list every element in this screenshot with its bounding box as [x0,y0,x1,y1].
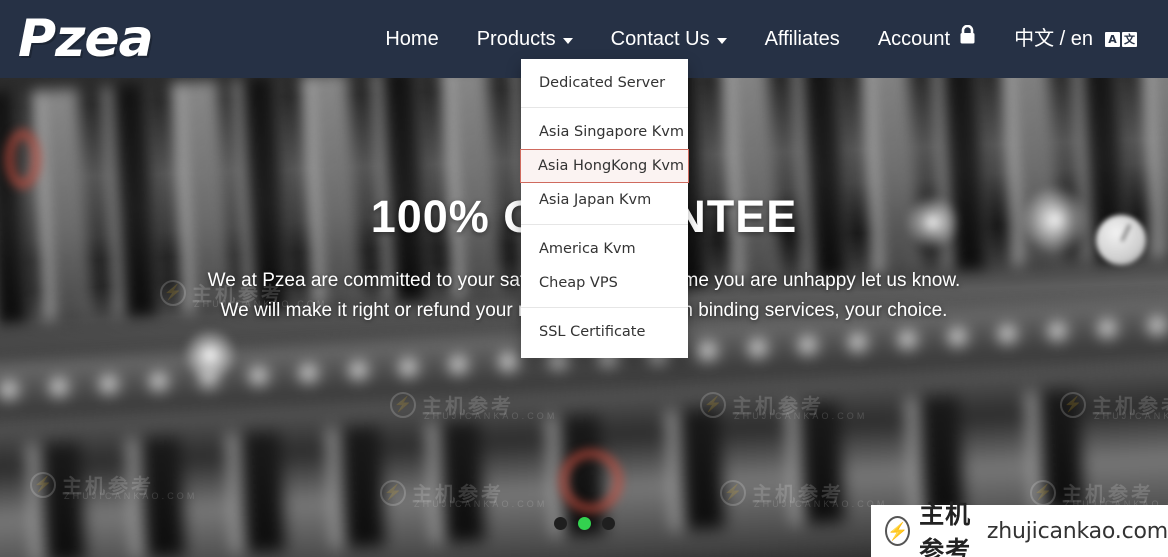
nav-menu: Home Products Contact Us Affiliates Acco… [366,0,1156,78]
carousel-dot-1[interactable] [553,517,567,530]
light-glare [180,330,240,380]
nav-item-label: Account [877,28,951,50]
translate-icon-cjk: 文 [1122,31,1137,47]
dropdown-item-ssl-certificate[interactable]: SSL Certificate [521,315,688,349]
watermark-banner-domain: zhujicankao.com [986,518,1168,544]
dropdown-item-asia-singapore-kvm[interactable]: Asia Singapore Kvm [521,115,688,149]
chevron-down-icon [716,38,727,44]
dropdown-item-asia-japan-kvm[interactable]: Asia Japan Kvm [521,183,688,217]
dropdown-item-cheap-vps[interactable]: Cheap VPS [521,266,688,300]
nav-item-affiliates[interactable]: Affiliates [746,0,859,78]
lock-icon [959,0,976,78]
dropdown-item-asia-hongkong-kvm[interactable]: Asia HongKong Kvm [520,149,689,183]
watermark-banner-cn-text: 主机参考 [919,500,972,557]
nav-item-home[interactable]: Home [366,0,457,78]
dropdown-item-america-kvm[interactable]: America Kvm [521,232,688,266]
carousel-dot-2[interactable] [577,517,591,530]
nav-item-label: Home [385,28,439,50]
watermark-banner: ⚡ 主机参考 zhujicankao.com [871,500,1168,557]
dropdown-divider [521,224,688,225]
dropdown-item-dedicated-server[interactable]: Dedicated Server [521,66,688,100]
watermark-banner-logo-icon: ⚡ [885,516,911,546]
site-logo[interactable]: Pzea [18,8,154,70]
nav-item-label: Affiliates [764,28,840,50]
nav-item-account[interactable]: Account [859,0,995,78]
translate-icon: A 文 [1105,31,1137,47]
page-root: ⚡ 主机参考 ZHUJICANKAO.COM ⚡ 主机参考 ZHUJICANKA… [0,0,1168,557]
red-indicator-ring [560,450,622,512]
nav-item-label: 中文 / en [1014,28,1093,50]
nav-item-language[interactable]: 中文 / en A 文 [995,0,1156,78]
chevron-down-icon [562,38,573,44]
translate-icon-latin: A [1105,31,1120,47]
carousel-dot-3[interactable] [601,517,615,530]
red-indicator-ring [6,130,40,188]
dropdown-divider [521,307,688,308]
products-dropdown-menu: Dedicated Server Asia Singapore Kvm Asia… [520,59,689,358]
dropdown-divider [521,107,688,108]
